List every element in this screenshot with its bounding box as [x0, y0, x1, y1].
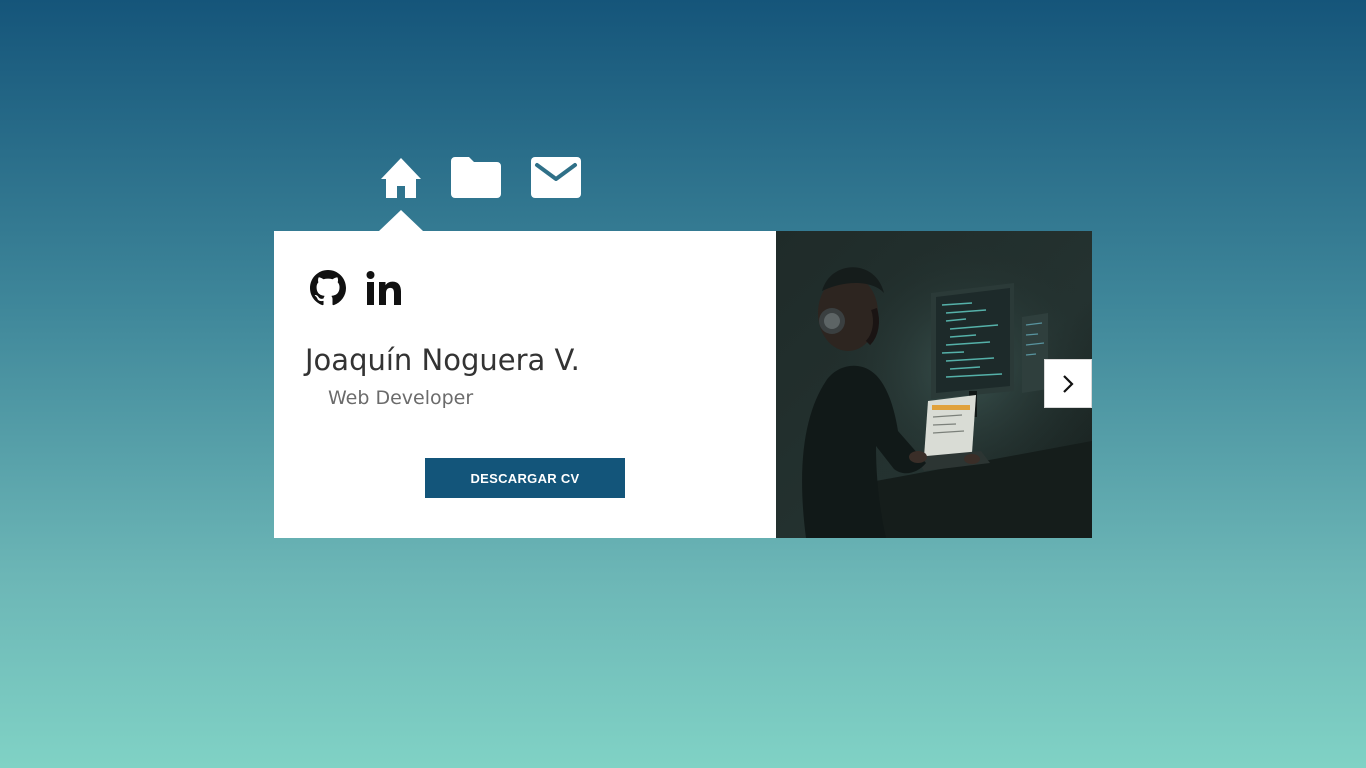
home-icon: [381, 158, 421, 198]
image-carousel: [776, 231, 1092, 538]
profile-info: Joaquín Noguera V. Web Developer DESCARG…: [274, 231, 776, 538]
profile-role: Web Developer: [328, 387, 474, 409]
active-tab-indicator: [379, 210, 423, 231]
github-link[interactable]: [310, 270, 346, 306]
github-icon: [310, 270, 346, 306]
carousel-next-button[interactable]: [1044, 359, 1092, 408]
profile-name: Joaquín Noguera V.: [305, 343, 580, 377]
download-cv-button[interactable]: DESCARGAR CV: [425, 458, 625, 498]
chevron-right-icon: [1061, 374, 1075, 394]
linkedin-icon: [366, 270, 402, 306]
profile-card: Joaquín Noguera V. Web Developer DESCARG…: [274, 231, 1092, 538]
linkedin-link[interactable]: [366, 270, 402, 306]
top-navigation: [0, 0, 1366, 231]
nav-projects[interactable]: [451, 157, 501, 198]
nav-home[interactable]: [381, 158, 421, 198]
social-links: [310, 270, 402, 306]
folder-icon: [451, 157, 501, 198]
nav-contact[interactable]: [531, 157, 581, 198]
mail-icon: [531, 157, 581, 198]
